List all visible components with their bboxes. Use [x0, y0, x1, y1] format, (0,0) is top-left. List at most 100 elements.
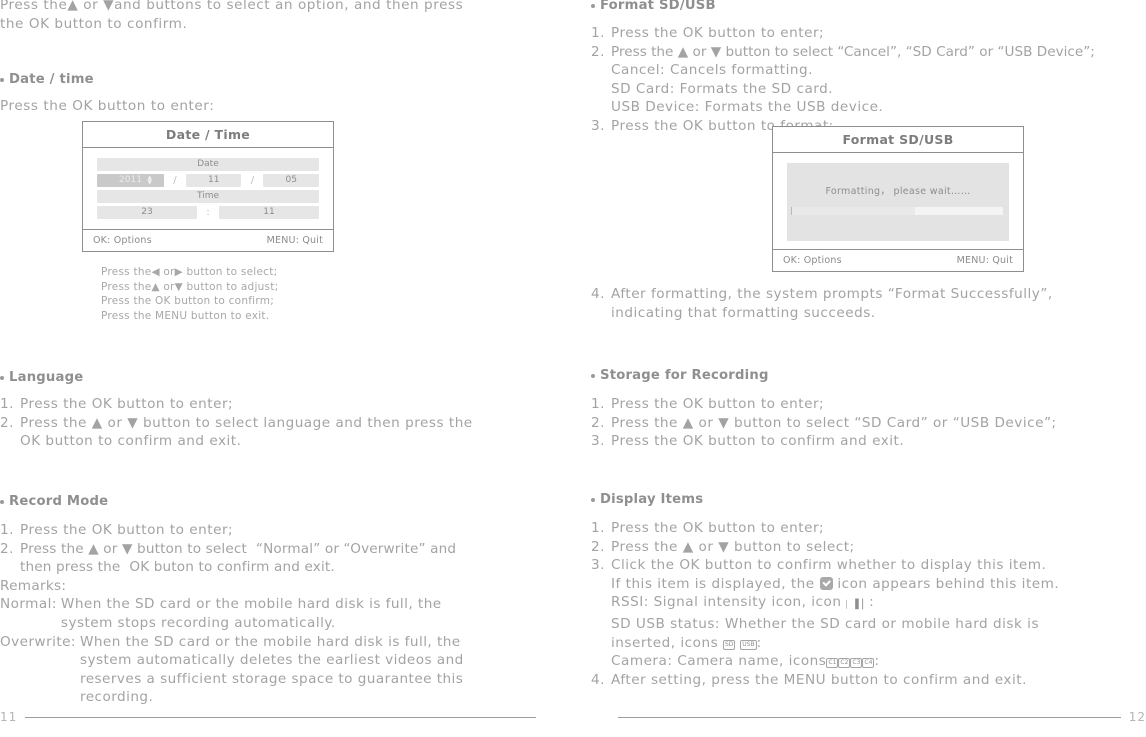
format-sub-2-text: SD Card: Formats the SD card. — [611, 80, 834, 97]
date-time-caption: Press the◀ or▶ button to select; Press t… — [101, 265, 401, 323]
field-year[interactable]: 2011 ▲ ▼ — [97, 174, 164, 187]
rssi-line-b: : — [869, 594, 875, 611]
osd-panel-date-time: Date / Time Date 2011 ▲ ▼ / 11 / 05 Time … — [82, 121, 334, 252]
section-record-mode: Record Mode 1. Press the OK button to en… — [0, 494, 536, 707]
row-date-values: 2011 ▲ ▼ / 11 / 05 — [97, 174, 319, 187]
camera-line-b: : — [874, 653, 880, 670]
bullet-icon — [0, 499, 4, 504]
storage-step-2-text: Press the ▲ or ▼ button to select “SD Ca… — [611, 414, 1057, 431]
page-right: Format SD/USB 1. Press the OK button to … — [573, 0, 1146, 737]
field-month[interactable]: 11 — [185, 174, 242, 187]
format-sub-2-indent — [591, 80, 611, 99]
signal-bars-icon: ⎸▌▏ — [846, 600, 870, 611]
format-sub-3-text: USB Device: Formats the USB device. — [611, 99, 884, 116]
camera-2-icon: C2 — [838, 658, 851, 669]
record-remark-overwrite: Overwrite: When the SD card or the mobil… — [0, 633, 536, 707]
storage-step-1: 1. Press the OK button to enter; — [591, 395, 1127, 414]
display-step-2: 2. Press the ▲ or ▼ button to select; — [591, 538, 1127, 557]
bullet-icon — [591, 497, 595, 502]
language-step-2: 2. Press the ▲ or ▼ button to select lan… — [0, 414, 536, 451]
time-separator: : — [206, 207, 210, 218]
format-step-2-text: Press the ▲ or ▼ button to select “Cance… — [611, 43, 1095, 60]
field-year-value: 2011 — [119, 175, 142, 185]
caption-line-2: Press the▲ or▼ button to adjust; — [101, 280, 279, 293]
heading-display-items-label: Display Items — [600, 492, 704, 507]
heading-record-mode-label: Record Mode — [9, 494, 109, 509]
display-step-3-body: Click the OK button to confirm whether t… — [611, 556, 1127, 671]
format-step-4-num: 4. — [591, 286, 605, 302]
format-sub-1: Cancel: Cancels formatting. — [591, 61, 1127, 80]
record-remarks-label: Remarks: — [0, 577, 67, 594]
sd-usb-line-a: SD USB status: Whether the SD card or mo… — [611, 615, 1040, 632]
camera-1-icon: C1 — [826, 658, 839, 669]
display-step-3: 3. Click the OK button to confirm whethe… — [591, 556, 1127, 671]
display-step-3-line2a: If this item is displayed, the — [611, 575, 815, 592]
format-step-1-text: Press the OK button to enter; — [611, 25, 825, 41]
camera-4-icon: C4 — [862, 658, 875, 669]
format-step-4: 4. After formatting, the system prompts … — [591, 285, 1127, 322]
heading-storage: Storage for Recording — [591, 368, 1127, 383]
sd-usb-line-b: inserted, icons — [611, 634, 719, 651]
display-step-2-text: Press the ▲ or ▼ button to select; — [611, 538, 855, 555]
storage-step-3-text: Press the OK button to confirm and exit. — [611, 433, 905, 450]
heading-display-items: Display Items — [591, 492, 1127, 507]
progress-bar-fill — [791, 207, 915, 215]
page-number-right: 12 — [1128, 710, 1146, 724]
progress-bar-track — [914, 207, 1003, 215]
bullet-icon — [591, 3, 595, 8]
section-date-time: Date / time Press the OK button to enter… — [0, 72, 536, 116]
date-separator-1: / — [173, 175, 177, 186]
osd-footer-ok-format: OK: Options — [783, 255, 842, 266]
bullet-icon — [591, 373, 595, 378]
storage-step-2: 2. Press the ▲ or ▼ button to select “SD… — [591, 414, 1127, 433]
intro-text: Press the▲ or ▼and buttons to select an … — [0, 0, 464, 32]
language-step-2-num: 2. — [0, 414, 14, 431]
row-time-values: 23 : 11 — [97, 206, 319, 219]
format-step-1: 1. Press the OK button to enter; — [591, 24, 1127, 43]
display-step-2-num: 2. — [591, 538, 605, 555]
display-step-3-num: 3. — [591, 557, 605, 574]
display-step-4-num: 4. — [591, 671, 605, 688]
storage-step-3: 3. Press the OK button to confirm and ex… — [591, 432, 1127, 451]
field-hour[interactable]: 23 — [97, 206, 197, 219]
language-step-1: 1. Press the OK button to enter; — [0, 395, 536, 414]
page-left: Press the▲ or ▼and buttons to select an … — [0, 0, 573, 737]
caption-line-3: Press the OK button to confirm; — [101, 295, 274, 307]
osd-footer-menu-date-time: MENU: Quit — [266, 235, 323, 246]
footer-right: 12 — [618, 707, 1146, 727]
progress-bar — [791, 207, 1003, 215]
usb-device-icon: USB — [740, 639, 757, 650]
heading-format-label: Format SD/USB — [600, 0, 716, 13]
format-sub-3-indent — [591, 98, 611, 117]
label-time: Time — [97, 190, 319, 203]
rssi-line-a: RSSI: Signal intensity icon, icon — [611, 594, 842, 611]
field-minute[interactable]: 11 — [219, 206, 319, 219]
format-step-1-num: 1. — [591, 25, 605, 41]
heading-language-label: Language — [9, 370, 84, 385]
label-date: Date — [97, 158, 319, 171]
storage-step-1-num: 1. — [591, 396, 605, 412]
record-remark-normal: Normal: When the SD card or the mobile h… — [0, 595, 536, 632]
heading-date-time-label: Date / time — [9, 72, 94, 87]
date-separator-2: / — [250, 175, 255, 186]
osd-title-date-time: Date / Time — [83, 122, 333, 148]
display-step-1-text: Press the OK button to enter; — [611, 520, 825, 536]
check-icon — [819, 576, 833, 590]
page-number-left: 11 — [0, 710, 18, 724]
camera-line-a: Camera: Camera name, icons — [611, 653, 827, 670]
osd-footer-menu-format: MENU: Quit — [956, 255, 1013, 266]
display-step-1: 1. Press the OK button to enter; — [591, 519, 1127, 538]
osd-body-date-time: Date 2011 ▲ ▼ / 11 / 05 Time 23 : 11 — [83, 148, 333, 229]
row-time-label: Time — [97, 190, 319, 203]
display-step-4: 4. After setting, press the MENU button … — [591, 671, 1127, 690]
osd-body-format: Formatting， please wait…… — [773, 153, 1023, 249]
storage-step-1-text: Press the OK button to enter; — [611, 396, 825, 412]
heading-date-time: Date / time — [0, 72, 536, 87]
field-day[interactable]: 05 — [263, 174, 319, 187]
section-format: Format SD/USB 1. Press the OK button to … — [591, 0, 1127, 136]
bullet-icon — [0, 375, 4, 380]
record-remark-normal-label: Normal: — [0, 596, 57, 613]
caption-line-4: Press the MENU button to exit. — [101, 309, 270, 322]
row-date-label: Date — [97, 158, 319, 171]
osd-title-format: Format SD/USB — [773, 127, 1023, 153]
